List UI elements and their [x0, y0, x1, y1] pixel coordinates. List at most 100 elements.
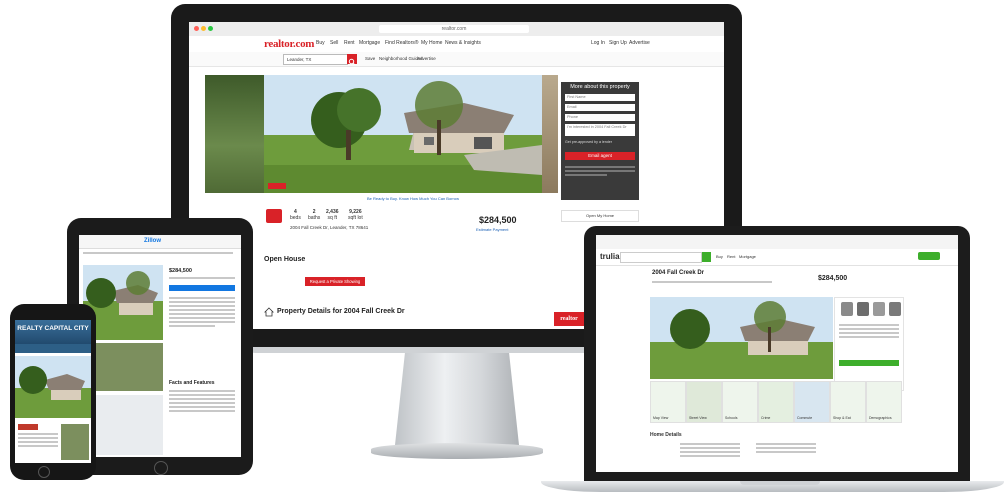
stat-lot: 9,226 sqft lot	[348, 209, 363, 221]
search-subbar: Leander, TX Save Neighborhood Guides Adv…	[189, 52, 724, 67]
nav-my-home[interactable]: My Home	[421, 40, 442, 46]
ready-to-buy-link[interactable]: Be Ready to Buy. Know How Much You Can B…	[367, 196, 459, 201]
agent-avatar	[857, 302, 869, 316]
laptop-notch	[740, 481, 820, 485]
trulia-feature-tiles: Map View Street View Schools Crime Commu…	[650, 381, 902, 423]
zillow-subnav	[83, 252, 233, 256]
realtor-nav: realtor.com Buy Sell Rent Mortgage Find …	[189, 36, 724, 53]
zillow-logo[interactable]: Zillow	[144, 238, 161, 244]
search-icon	[348, 58, 356, 66]
zillow-summary	[169, 277, 235, 281]
maximize-dot-icon[interactable]	[208, 26, 213, 31]
house-photo-illustration	[264, 75, 542, 193]
nav-find-realtors[interactable]: Find Realtors®	[385, 40, 418, 46]
trulia-search-button[interactable]	[702, 252, 711, 262]
phone-tabs[interactable]	[15, 344, 91, 353]
nav-buy[interactable]: Buy	[316, 40, 325, 46]
trulia-header: trulia Buy Rent Mortgage	[596, 249, 958, 266]
phone-status-badge	[18, 424, 38, 430]
property-address: 2004 Fall Creek Dr, Leander, TX 78641	[290, 225, 369, 230]
nav-rent[interactable]: Rent	[344, 40, 355, 46]
phone-thumbnail[interactable]	[61, 424, 89, 460]
contact-form: More about this property First Name Emai…	[561, 82, 639, 200]
estimate-payment-link[interactable]: Estimate Payment	[476, 227, 508, 232]
tile-commute[interactable]: Commute	[794, 381, 830, 423]
trulia-nav-buy[interactable]: Buy	[716, 254, 723, 259]
nav-login[interactable]: Log In	[591, 40, 605, 46]
realty-capital-city-banner: REALTY CAPITAL CITY	[15, 320, 91, 344]
email-field[interactable]: Email	[565, 104, 635, 111]
trulia-signup-button[interactable]	[918, 252, 940, 260]
advertise-link[interactable]: Advertise	[417, 56, 436, 61]
home-details-col2	[756, 443, 816, 455]
disclaimer-text	[565, 166, 635, 178]
tile-schools[interactable]: Schools	[722, 381, 758, 423]
search-button[interactable]	[347, 54, 357, 66]
trulia-price: $284,500	[818, 275, 848, 282]
form-title: More about this property	[570, 84, 630, 90]
browser-chrome: realtor.com	[189, 22, 724, 37]
trulia-request-button[interactable]	[839, 360, 899, 366]
agent-avatar	[889, 302, 901, 316]
phone-house-illustration	[15, 356, 91, 418]
home-details-col1	[680, 443, 740, 459]
trulia-property-photo[interactable]	[650, 297, 833, 379]
realtor-logo[interactable]: realtor.com	[264, 38, 314, 50]
save-link[interactable]: Save	[365, 56, 375, 61]
phone-screen: REALTY CAPITAL CITY	[15, 320, 91, 463]
nav-signup[interactable]: Sign Up	[609, 40, 627, 46]
first-name-field[interactable]: First Name	[565, 94, 635, 101]
trulia-contact-panel	[834, 297, 904, 391]
imac-stand	[395, 353, 519, 445]
tile-demographics[interactable]: Demographics	[866, 381, 902, 423]
tablet-screen: Zillow $284,500 Facts and Features	[79, 235, 241, 457]
phone-home-button[interactable]	[38, 466, 50, 478]
trulia-nav-rent[interactable]: Rent	[727, 254, 735, 259]
zillow-description	[169, 297, 235, 329]
trulia-meta	[652, 281, 772, 285]
tile-map-view[interactable]: Map View	[650, 381, 686, 423]
tile-shop-eat[interactable]: Shop & Eat	[830, 381, 866, 423]
trulia-search-input[interactable]	[620, 252, 702, 263]
zillow-contact-button[interactable]	[169, 285, 235, 291]
tile-street-view[interactable]: Street View	[686, 381, 722, 423]
trulia-logo[interactable]: trulia	[600, 252, 620, 261]
close-dot-icon[interactable]	[194, 26, 199, 31]
property-details-heading: Property Details for 2004 Fall Creek Dr	[277, 308, 405, 315]
trulia-nav-mortgage[interactable]: Mortgage	[739, 254, 756, 259]
tile-crime[interactable]: Crime	[758, 381, 794, 423]
nav-news[interactable]: News & Insights	[445, 40, 481, 46]
search-input[interactable]: Leander, TX	[283, 54, 348, 65]
banner-text: REALTY CAPITAL CITY	[17, 325, 89, 332]
map-pin-icon[interactable]	[266, 209, 282, 223]
gallery-prev-photo[interactable]	[205, 75, 264, 193]
phone-field[interactable]: Phone	[565, 114, 635, 121]
listing-price: $284,500	[479, 215, 517, 225]
stat-beds: 4 beds	[290, 209, 301, 221]
nav-advertise[interactable]: Advertise	[629, 40, 650, 46]
main-property-photo[interactable]	[264, 75, 542, 193]
nav-sell[interactable]: Sell	[330, 40, 338, 46]
home-details-heading: Home Details	[650, 432, 682, 438]
gallery-next-photo[interactable]	[542, 75, 558, 193]
laptop-house-illustration	[650, 297, 833, 379]
preapproval-checkbox[interactable]: Get pre-approved by a lender	[565, 140, 612, 144]
tablet-home-button[interactable]	[154, 461, 168, 475]
trulia-address: 2004 Fall Creek Dr	[652, 270, 705, 276]
request-showing-button[interactable]: Request a Private Showing	[305, 277, 365, 286]
minimize-dot-icon[interactable]	[201, 26, 206, 31]
url-bar[interactable]: realtor.com	[379, 25, 529, 33]
phone-listing-info	[18, 433, 58, 449]
email-agent-button[interactable]: Email agent	[565, 152, 635, 160]
phone-property-photo[interactable]	[15, 356, 91, 418]
realtor-badge: realtor	[554, 312, 584, 326]
message-field[interactable]: I'm interested in 2004 Fall Creek Dr	[565, 124, 635, 136]
contact-fields[interactable]	[839, 324, 899, 340]
see-home-button[interactable]: Open My Home	[561, 210, 639, 222]
open-house-heading: Open House	[264, 256, 306, 263]
nav-mortgage[interactable]: Mortgage	[359, 40, 380, 46]
house-outline-icon	[264, 304, 274, 317]
agent-avatar	[873, 302, 885, 316]
imac-foot	[371, 443, 543, 459]
agent-avatar	[841, 302, 853, 316]
